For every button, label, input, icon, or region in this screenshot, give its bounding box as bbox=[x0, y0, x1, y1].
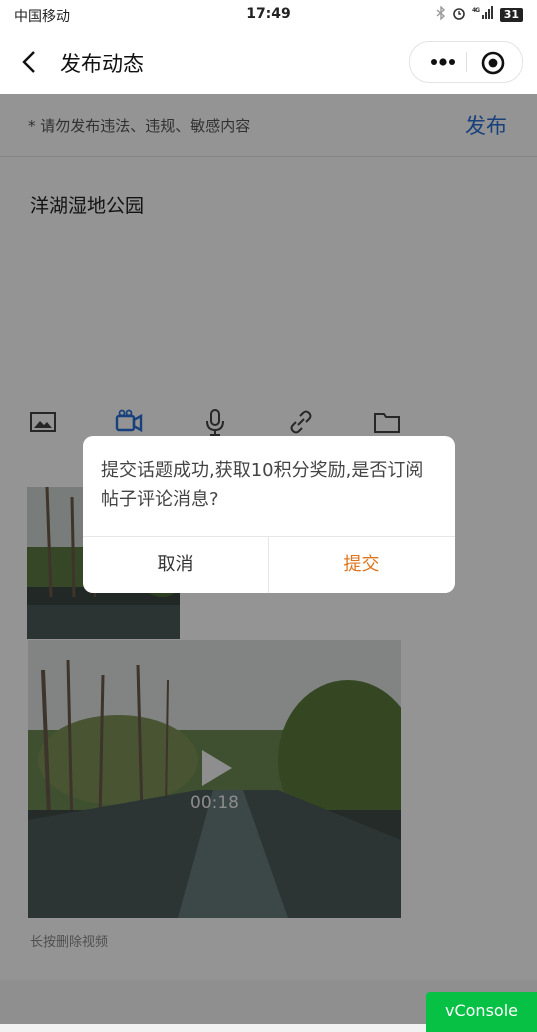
status-icons: 4G 31 bbox=[436, 5, 523, 23]
subscribe-dialog: 提交话题成功,获取10积分奖励,是否订阅帖子评论消息? 取消 提交 bbox=[83, 436, 455, 593]
bluetooth-icon bbox=[436, 5, 446, 23]
back-icon[interactable] bbox=[16, 48, 44, 76]
dialog-message: 提交话题成功,获取10积分奖励,是否订阅帖子评论消息? bbox=[101, 460, 424, 510]
close-miniprogram-icon[interactable] bbox=[480, 50, 506, 76]
miniprogram-capsule bbox=[409, 41, 523, 83]
nav-bar: 发布动态 bbox=[0, 30, 537, 94]
submit-button[interactable]: 提交 bbox=[269, 536, 454, 593]
signal-icon: 4G bbox=[472, 6, 494, 23]
vconsole-button[interactable]: vConsole bbox=[426, 992, 537, 1032]
cancel-button[interactable]: 取消 bbox=[83, 536, 268, 593]
alarm-icon bbox=[452, 6, 466, 23]
more-icon[interactable] bbox=[428, 54, 458, 70]
battery-indicator: 31 bbox=[499, 7, 523, 22]
page-title: 发布动态 bbox=[60, 52, 144, 76]
status-bar: 中国移动 17:49 4G 31 bbox=[0, 0, 537, 30]
capsule-divider bbox=[466, 52, 467, 72]
svg-text:4G: 4G bbox=[472, 7, 480, 14]
